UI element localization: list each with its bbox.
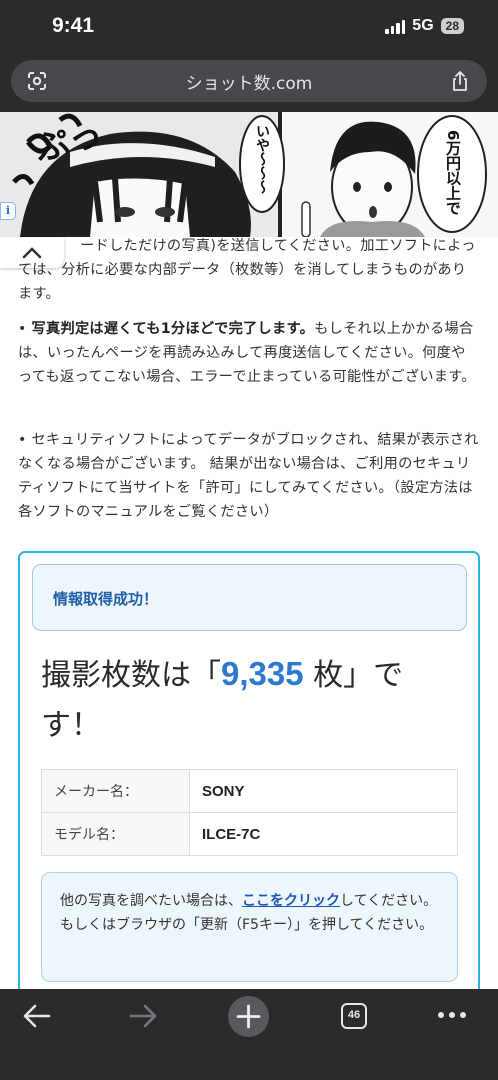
article-bullet-2: • 写真判定は遅くても1分ほどで完了します。もしそれ以上かかる場合は、いったんペ… [18, 317, 480, 389]
retry-note: 他の写真を調べたい場合は、ここをクリックしてください。もしくはブラウザの「更新（… [41, 872, 458, 982]
table-row: モデル名： ILCE-7C [41, 812, 458, 856]
click-here-link[interactable]: ここをクリック [242, 893, 340, 909]
bullet-3-text: セキュリティソフトによってデータがブロックされ、結果が表示されなくなる場合がござ… [18, 432, 479, 520]
plus-icon[interactable] [228, 996, 269, 1037]
web-page[interactable]: いや〜〜〜 6万円以上で ぷっ i ードしただけの写真)を送信してください。加工… [0, 112, 498, 989]
url-bar[interactable]: ショット数.com [11, 60, 487, 102]
back-arrow-icon[interactable] [22, 1003, 52, 1029]
table-row: メーカー名： SONY [41, 769, 458, 813]
camera-spec-table: メーカー名： SONY モデル名： ILCE-7C [41, 769, 458, 856]
tab-switcher-button[interactable]: 46 [341, 1003, 367, 1029]
alert-text: 情報取得成功！ [53, 590, 159, 608]
more-menu-icon[interactable] [437, 1011, 467, 1019]
status-indicators: 5G 28 [385, 17, 464, 35]
article-para-1: ードしただけの写真)を送信してください。加工ソフトによっては、分析に必要な内部デ… [18, 234, 480, 306]
network-label: 5G [412, 17, 434, 34]
battery-icon: 28 [440, 18, 464, 34]
ad-speech-left: いや〜〜〜 [254, 124, 270, 194]
shot-count-headline: 撮影枚数は「9,335 枚」です！ [41, 649, 461, 751]
url-text[interactable]: ショット数.com [11, 69, 487, 94]
success-alert: 情報取得成功！ [32, 564, 467, 631]
shot-count-value: 9,335 [221, 655, 304, 692]
article-bullet-3: • セキュリティソフトによってデータがブロックされ、結果が表示されなくなる場合が… [18, 428, 480, 524]
status-time: 9:41 [52, 14, 95, 37]
headline-prefix: 撮影枚数は「 [41, 658, 221, 693]
note-text-before: 他の写真を調べたい場合は、 [60, 893, 242, 909]
bullet-dot: • [18, 432, 32, 448]
new-tab-button[interactable] [228, 996, 269, 1037]
forward-arrow-icon[interactable] [128, 1003, 158, 1029]
ad-info-icon[interactable]: i [0, 202, 16, 220]
bullet-2-bold: 写真判定は遅くても1分ほどで完了します。 [31, 321, 315, 337]
table-key: メーカー名： [41, 769, 190, 813]
para-1-text: ードしただけの写真)を送信してください。加工ソフトによっては、分析に必要な内部デ… [18, 238, 476, 302]
share-icon[interactable] [451, 70, 469, 92]
result-box: 情報取得成功！ 撮影枚数は「9,335 枚」です！ メーカー名： SONY モデ… [18, 551, 480, 989]
status-bar: 9:41 5G 28 [0, 0, 498, 56]
signal-icon [385, 18, 406, 34]
ad-speech-right: 6万円以上で [444, 130, 462, 216]
table-key: モデル名： [41, 812, 190, 856]
bullet-dot: • [18, 321, 32, 337]
ad-banner[interactable]: いや〜〜〜 6万円以上で ぷっ i [0, 112, 498, 237]
table-value: SONY [189, 769, 458, 813]
browser-toolbar: 46 [0, 989, 498, 1080]
table-value: ILCE-7C [189, 812, 458, 856]
